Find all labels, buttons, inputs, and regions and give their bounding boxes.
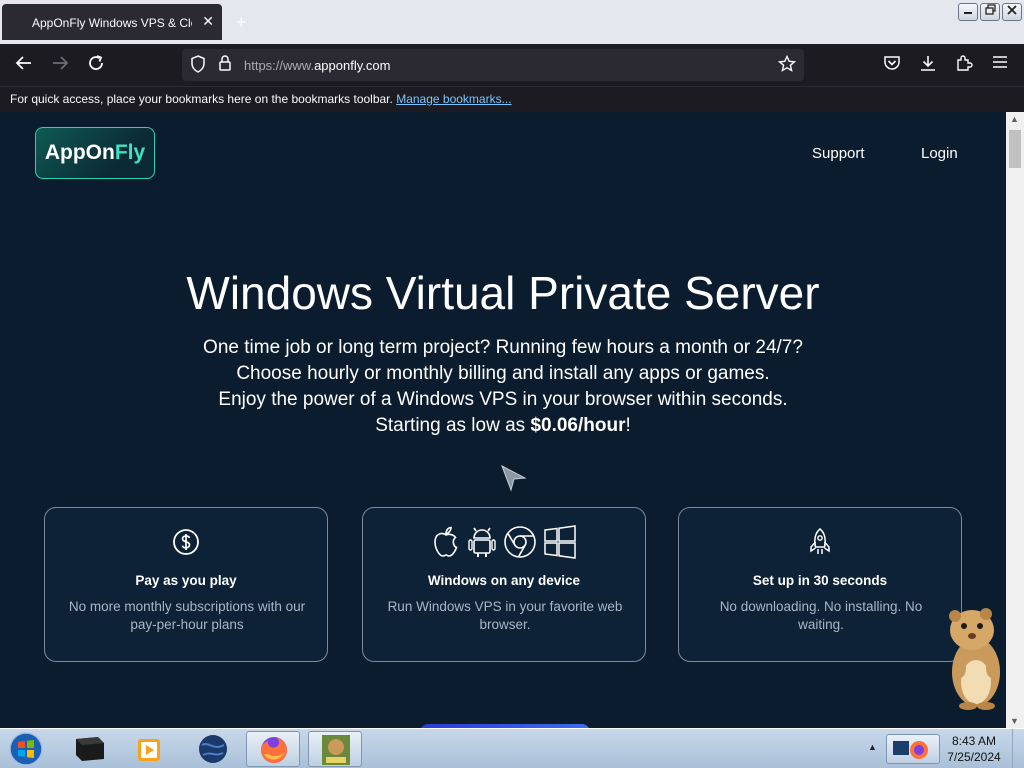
card-title: Windows on any device: [427, 573, 581, 588]
menu-hamburger-icon[interactable]: [989, 54, 1011, 76]
bookmarks-toolbar: For quick access, place your bookmarks h…: [0, 86, 1024, 112]
shield-icon[interactable]: [190, 55, 208, 73]
bookmarks-hint: For quick access, place your bookmarks h…: [10, 92, 512, 106]
logo-text-app: AppOn: [44, 141, 115, 164]
page-content: AppOnFly Support Login Windows Virtual P…: [0, 112, 1006, 728]
chrome-icon: [504, 526, 536, 558]
taskbar-firefox-icon[interactable]: [246, 731, 300, 767]
lock-icon[interactable]: [218, 54, 234, 72]
apponfly-logo[interactable]: AppOnFly: [35, 127, 155, 179]
hero-line-3: Enjoy the power of a Windows VPS in your…: [218, 389, 788, 410]
mouse-cursor-icon: [501, 464, 527, 492]
address-bar[interactable]: https://www.apponfly.com: [182, 49, 804, 81]
nav-login-link[interactable]: Login: [921, 145, 958, 162]
tab-close-icon[interactable]: ✕: [202, 13, 214, 30]
url-text[interactable]: https://www.apponfly.com: [244, 58, 390, 73]
page-scrollbar[interactable]: ▲ ▼: [1006, 112, 1024, 728]
taskbar-media-player-icon[interactable]: [124, 731, 178, 767]
clock-date: 7/25/2024: [947, 750, 1001, 764]
dollar-icon: [173, 529, 199, 555]
back-arrow-icon[interactable]: [13, 54, 35, 76]
price-suffix: !: [625, 415, 631, 436]
show-desktop-button[interactable]: [1012, 729, 1024, 768]
start-button[interactable]: [6, 731, 46, 767]
url-protocol: https://www.: [244, 58, 315, 73]
feature-card-devices: Windows on any device Run Windows VPS in…: [362, 507, 646, 662]
hero-line-4: Starting as low as $0.06/hour!: [0, 413, 1006, 439]
new-tab-button[interactable]: +: [236, 12, 247, 33]
hamster-mascot-image: [949, 608, 1000, 710]
taskbar-globe-icon[interactable]: [186, 731, 240, 767]
card-title: Pay as you play: [135, 573, 237, 588]
pocket-icon[interactable]: [881, 54, 903, 76]
reload-icon[interactable]: [85, 54, 107, 76]
feature-card-pay: Pay as you play No more monthly subscrip…: [44, 507, 328, 662]
card-icon-row: [45, 522, 327, 562]
tab-title: AppOnFly Windows VPS & Clo: [32, 16, 192, 30]
rocket-icon: [810, 527, 830, 554]
logo-text-fly: Fly: [114, 141, 146, 164]
card-description: No downloading. No installing. No waitin…: [719, 599, 923, 632]
tray-app-icon[interactable]: [886, 734, 940, 764]
apple-icon: [434, 526, 458, 557]
clock-time: 8:43 AM: [951, 734, 997, 748]
hero-line-2: Choose hourly or monthly billing and ins…: [236, 363, 770, 384]
restore-button[interactable]: [980, 3, 1000, 21]
card-title: Set up in 30 seconds: [752, 573, 888, 588]
nav-support-link[interactable]: Support: [812, 145, 865, 162]
android-icon: [468, 527, 496, 557]
scrollbar-thumb[interactable]: [1009, 130, 1021, 168]
extensions-icon[interactable]: [953, 54, 975, 76]
hero-line-1: One time job or long term project? Runni…: [203, 337, 803, 358]
bookmark-star-icon[interactable]: [777, 54, 797, 78]
price-prefix: Starting as low as: [375, 415, 531, 436]
browser-titlebar: AppOnFly Windows VPS & Clo ✕ +: [0, 0, 1024, 44]
hero-title: Windows Virtual Private Server: [186, 267, 820, 319]
scroll-down-arrow-icon[interactable]: ▼: [1010, 716, 1019, 726]
hero-subtitle: One time job or long term project? Runni…: [0, 335, 1006, 439]
feature-card-setup: Set up in 30 seconds No downloading. No …: [678, 507, 962, 662]
card-icon-row: [679, 522, 961, 562]
manage-bookmarks-link[interactable]: Manage bookmarks...: [396, 92, 511, 106]
downloads-icon[interactable]: [917, 54, 939, 76]
taskbar-clock[interactable]: 8:43 AM 7/25/2024: [944, 733, 1004, 765]
browser-tab-active[interactable]: AppOnFly Windows VPS & Clo ✕: [2, 4, 222, 40]
window-controls: [958, 3, 1022, 21]
browser-navbar: https://www.apponfly.com: [0, 44, 1024, 86]
bookmarks-hint-text: For quick access, place your bookmarks h…: [10, 92, 393, 106]
close-window-button[interactable]: [1002, 3, 1022, 21]
taskbar-terminal-icon[interactable]: [62, 731, 116, 767]
forward-arrow-icon[interactable]: [49, 54, 71, 76]
price-value: $0.06/hour: [530, 415, 626, 436]
card-description: No more monthly subscriptions with our p…: [68, 599, 306, 632]
card-description: Run Windows VPS in your favorite web bro…: [387, 599, 623, 632]
windows-taskbar: ▲ 8:43 AM 7/25/2024: [0, 728, 1024, 768]
windows-icon: [544, 525, 576, 559]
url-host: apponfly.com: [314, 58, 391, 73]
card-icon-row: [363, 522, 645, 562]
minimize-button[interactable]: [958, 3, 978, 21]
taskbar-box-game-icon[interactable]: [308, 731, 362, 767]
scroll-up-arrow-icon[interactable]: ▲: [1010, 114, 1019, 124]
tray-show-hidden-icon[interactable]: ▲: [868, 742, 877, 752]
